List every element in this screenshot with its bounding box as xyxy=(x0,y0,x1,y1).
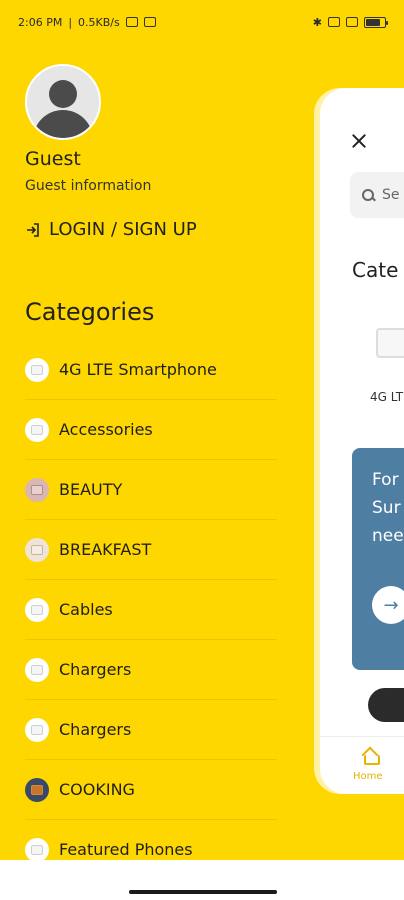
bluetooth-icon: ✱ xyxy=(312,15,322,29)
category-label: COOKING xyxy=(59,780,135,799)
placeholder-image-icon xyxy=(25,417,49,442)
preview-category-label: 4G LT xyxy=(370,390,404,404)
categories-title: Categories xyxy=(25,298,155,326)
search-input[interactable]: Se xyxy=(350,172,404,218)
category-row-accessories[interactable]: Accessories xyxy=(25,400,277,460)
category-label: Accessories xyxy=(59,420,153,439)
status-right: ✱ xyxy=(312,15,388,29)
category-label: Chargers xyxy=(59,720,132,739)
category-label: Chargers xyxy=(59,660,132,679)
login-signup-button[interactable]: LOGIN / SIGN UP xyxy=(25,219,197,240)
avatar-shoulders xyxy=(33,110,93,138)
banner-line-3: nee xyxy=(372,526,404,546)
search-icon xyxy=(362,189,374,201)
user-name: Guest xyxy=(25,148,81,170)
category-label: BEAUTY xyxy=(59,480,123,499)
home-label[interactable]: Home xyxy=(353,771,383,782)
arrow-right-icon[interactable]: → xyxy=(372,586,404,624)
category-label: BREAKFAST xyxy=(59,540,152,559)
banner-line-2: Sur xyxy=(372,498,401,518)
avatar-head xyxy=(49,80,77,108)
user-subtitle: Guest information xyxy=(25,178,152,194)
status-left: 2:06 PM | 0.5KB/s xyxy=(18,16,156,29)
wifi-signal-icon xyxy=(346,17,358,27)
category-label: Featured Phones xyxy=(59,840,193,859)
home-icon[interactable] xyxy=(362,749,380,765)
category-label: Cables xyxy=(59,600,113,619)
preview-categories-title: Cate xyxy=(352,258,399,282)
close-icon[interactable] xyxy=(350,132,368,150)
app-screen: 2:06 PM | 0.5KB/s ✱ Guest Guest informat… xyxy=(0,0,404,900)
notification-icon xyxy=(125,17,138,27)
category-photo-icon xyxy=(25,477,49,502)
banner-text: For Sur nee xyxy=(372,466,404,550)
placeholder-image-icon xyxy=(376,328,404,358)
category-row-chargers[interactable]: Chargers xyxy=(25,640,277,700)
network-speed: 0.5KB/s xyxy=(78,15,120,29)
placeholder-image-icon xyxy=(25,657,49,682)
status-bar: 2:06 PM | 0.5KB/s ✱ xyxy=(0,0,404,44)
login-icon xyxy=(25,222,41,238)
categories-list: 4G LTE Smartphone Accessories BEAUTY BRE… xyxy=(25,340,277,864)
category-row-beauty[interactable]: BEAUTY xyxy=(25,460,277,520)
category-photo-icon xyxy=(25,777,49,802)
battery-icon xyxy=(364,16,388,28)
login-label: LOGIN / SIGN UP xyxy=(49,219,197,240)
placeholder-image-icon xyxy=(25,597,49,622)
product-image[interactable] xyxy=(368,688,404,722)
category-row-breakfast[interactable]: BREAKFAST xyxy=(25,520,277,580)
search-placeholder: Se xyxy=(382,187,400,203)
status-time: 2:06 PM xyxy=(18,15,63,29)
placeholder-image-icon xyxy=(25,717,49,742)
banner-line-1: For xyxy=(372,470,399,490)
avatar[interactable] xyxy=(25,64,101,140)
signal-icon xyxy=(328,17,340,27)
category-row-chargers-2[interactable]: Chargers xyxy=(25,700,277,760)
navigation-drawer: Guest Guest information LOGIN / SIGN UP … xyxy=(0,44,300,864)
category-row-cooking[interactable]: COOKING xyxy=(25,760,277,820)
main-screen-preview[interactable]: Se Cate 4G LT For Sur nee → Home xyxy=(320,88,404,794)
category-photo-icon xyxy=(25,537,49,562)
app-icon xyxy=(143,17,156,27)
category-label: 4G LTE Smartphone xyxy=(59,360,217,379)
gesture-bar[interactable] xyxy=(129,890,277,894)
placeholder-image-icon xyxy=(25,357,49,382)
category-row-4g-lte-smartphone[interactable]: 4G LTE Smartphone xyxy=(25,340,277,400)
system-navigation-area xyxy=(0,860,404,900)
battery-fill xyxy=(366,18,380,26)
category-row-featured-phones[interactable]: Featured Phones xyxy=(25,820,277,864)
placeholder-image-icon xyxy=(25,837,49,862)
promo-banner[interactable]: For Sur nee → xyxy=(352,448,404,670)
bottom-navigation: Home xyxy=(320,736,404,794)
category-row-cables[interactable]: Cables xyxy=(25,580,277,640)
